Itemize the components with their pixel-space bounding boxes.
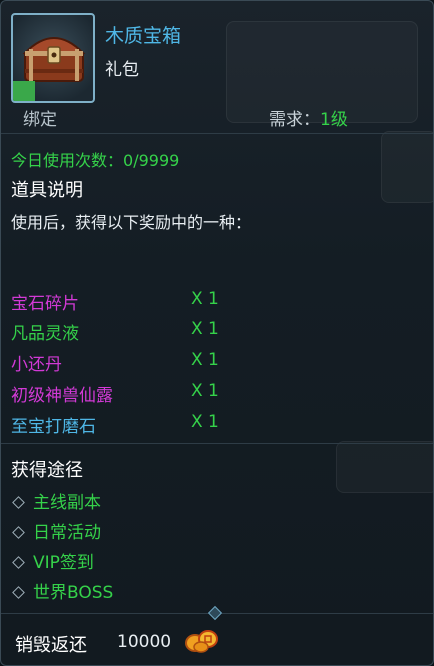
source-label: 日常活动 (33, 523, 101, 543)
reward-row: 初级神兽仙露 X 1 (11, 381, 411, 406)
daily-usage-count: 今日使用次数：0/9999 (11, 147, 179, 171)
source-label: VIP签到 (33, 553, 94, 573)
reward-row: 宝石碎片 X 1 (11, 289, 411, 314)
background-button-ghost (336, 441, 433, 493)
diamond-bullet-icon (12, 555, 25, 569)
reward-quantity: X 1 (191, 289, 219, 309)
source-item: VIP签到 (11, 548, 94, 573)
source-item: 世界BOSS (11, 578, 114, 603)
bind-tag-badge (13, 81, 35, 101)
destroy-refund-label: 销毁返还 (15, 635, 87, 656)
diamond-bullet-icon (12, 495, 25, 509)
reward-name: 初级神兽仙露 (11, 386, 113, 406)
reward-quantity: X 1 (191, 412, 219, 432)
description-text: 使用后，获得以下奖励中的一种： (11, 213, 252, 232)
rewards-divider (1, 443, 433, 444)
destroy-refund-value: 10000 (117, 632, 172, 652)
requirement-label: 需求： (269, 110, 320, 130)
gold-coin-icon (185, 630, 218, 653)
usage-label: 今日使用次数： (11, 151, 124, 170)
item-tooltip: 木质宝箱 礼包 绑定 需求：1级 今日使用次数：0/9999 道具说明 使用后，… (0, 0, 434, 666)
requirement-value: 1级 (320, 110, 348, 130)
source-label: 世界BOSS (33, 583, 114, 603)
reward-name: 凡品灵液 (11, 324, 79, 344)
reward-name: 宝石碎片 (11, 294, 79, 314)
background-icon-ghost (381, 131, 433, 203)
source-item: 日常活动 (11, 518, 101, 543)
divider-ornament-icon (207, 605, 223, 621)
reward-quantity: X 1 (191, 381, 219, 401)
reward-row: 至宝打磨石 X 1 (11, 412, 411, 437)
reward-quantity: X 1 (191, 319, 219, 339)
item-name: 木质宝箱 (105, 25, 182, 47)
reward-row: 凡品灵液 X 1 (11, 319, 411, 344)
reward-quantity: X 1 (191, 350, 219, 370)
item-icon-frame (11, 13, 95, 103)
diamond-bullet-icon (12, 525, 25, 539)
header-divider (1, 133, 433, 134)
description-title: 道具说明 (11, 180, 83, 201)
usage-value: 0/9999 (123, 151, 180, 170)
reward-name: 小还丹 (11, 355, 62, 375)
bind-status: 绑定 (23, 110, 57, 130)
source-item: 主线副本 (11, 488, 101, 513)
diamond-bullet-icon (12, 585, 25, 599)
level-requirement: 需求：1级 (269, 105, 348, 130)
reward-name: 至宝打磨石 (11, 417, 96, 437)
reward-row: 小还丹 X 1 (11, 350, 411, 375)
item-type: 礼包 (105, 60, 139, 80)
tooltip-header: 木质宝箱 礼包 绑定 需求：1级 (1, 1, 433, 133)
wooden-chest-icon (22, 37, 86, 82)
source-label: 主线副本 (33, 493, 101, 513)
sources-title: 获得途径 (11, 460, 83, 481)
